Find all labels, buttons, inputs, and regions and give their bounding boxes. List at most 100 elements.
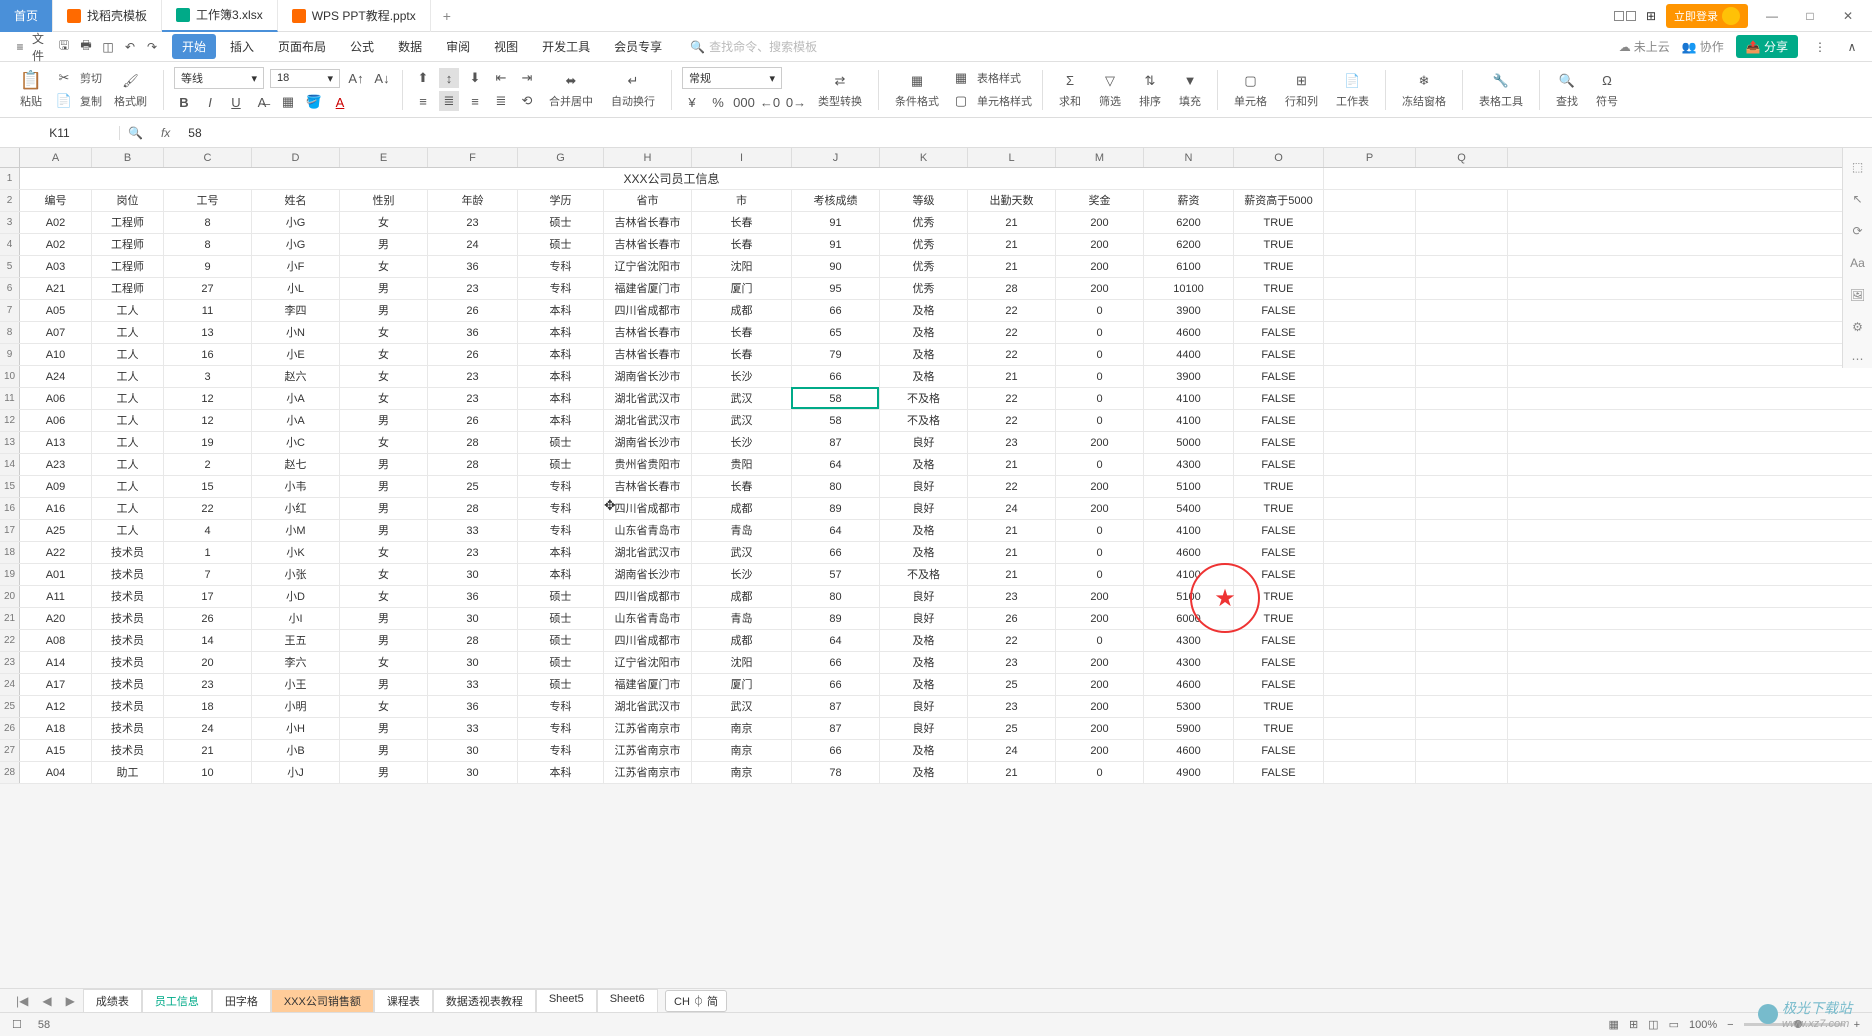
- cell[interactable]: 男: [340, 608, 428, 629]
- cell[interactable]: FALSE: [1234, 542, 1324, 563]
- row-header[interactable]: 21: [0, 608, 20, 629]
- cell[interactable]: TRUE: [1234, 718, 1324, 739]
- cell[interactable]: 武汉: [692, 410, 792, 431]
- cell[interactable]: [1416, 278, 1508, 299]
- cell[interactable]: 小王: [252, 674, 340, 695]
- cell[interactable]: 78: [792, 762, 880, 783]
- cell[interactable]: 30: [428, 564, 518, 585]
- cell[interactable]: 沈阳: [692, 256, 792, 277]
- view-page-icon[interactable]: ⊞: [1629, 1018, 1638, 1031]
- cell[interactable]: 助工: [92, 762, 164, 783]
- cell[interactable]: 硕士: [518, 234, 604, 255]
- cell[interactable]: 良好: [880, 696, 968, 717]
- table-style-icon[interactable]: ▦: [951, 68, 971, 88]
- font-color-icon[interactable]: A: [330, 92, 350, 112]
- cell[interactable]: 22: [968, 630, 1056, 651]
- cell[interactable]: 男: [340, 718, 428, 739]
- cell[interactable]: 91: [792, 212, 880, 233]
- cell[interactable]: [1416, 762, 1508, 783]
- row-header[interactable]: 7: [0, 300, 20, 321]
- cell[interactable]: 优秀: [880, 278, 968, 299]
- row-header[interactable]: 27: [0, 740, 20, 761]
- cell[interactable]: 湖北省武汉市: [604, 696, 692, 717]
- cell[interactable]: 4600: [1144, 740, 1234, 761]
- cell[interactable]: 26: [428, 300, 518, 321]
- cell[interactable]: 长沙: [692, 432, 792, 453]
- doc-tab-2[interactable]: WPS PPT教程.pptx: [278, 0, 431, 32]
- cell[interactable]: 专科: [518, 498, 604, 519]
- cell[interactable]: FALSE: [1234, 432, 1324, 453]
- cell[interactable]: 良好: [880, 476, 968, 497]
- cell[interactable]: 6200: [1144, 212, 1234, 233]
- cell[interactable]: 工人: [92, 498, 164, 519]
- cell[interactable]: 及格: [880, 300, 968, 321]
- cell[interactable]: 87: [792, 696, 880, 717]
- cell[interactable]: A23: [20, 454, 92, 475]
- indent-right-icon[interactable]: ⇥: [517, 68, 537, 88]
- cell[interactable]: 12: [164, 410, 252, 431]
- cell[interactable]: [1324, 454, 1416, 475]
- cell[interactable]: [1416, 498, 1508, 519]
- cell[interactable]: 武汉: [692, 542, 792, 563]
- align-top-icon[interactable]: ⬆: [413, 68, 433, 88]
- cell[interactable]: 工人: [92, 300, 164, 321]
- font-name-select[interactable]: 等线▾: [174, 67, 264, 89]
- cell[interactable]: 小C: [252, 432, 340, 453]
- cell[interactable]: 贵阳: [692, 454, 792, 475]
- cell[interactable]: [1324, 564, 1416, 585]
- cell[interactable]: 湖南省长沙市: [604, 432, 692, 453]
- cell[interactable]: A03: [20, 256, 92, 277]
- cell[interactable]: [1324, 476, 1416, 497]
- cell[interactable]: 小G: [252, 234, 340, 255]
- cell[interactable]: 10100: [1144, 278, 1234, 299]
- cell[interactable]: 工程师: [92, 212, 164, 233]
- col-header[interactable]: F: [428, 148, 518, 167]
- cell[interactable]: [1416, 740, 1508, 761]
- cell[interactable]: 长春: [692, 476, 792, 497]
- cell[interactable]: 省市: [604, 190, 692, 211]
- col-header[interactable]: A: [20, 148, 92, 167]
- cell[interactable]: 64: [792, 520, 880, 541]
- inc-decimal-icon[interactable]: ←0: [760, 92, 780, 112]
- cell[interactable]: 3: [164, 366, 252, 387]
- number-format-select[interactable]: 常规▾: [682, 67, 782, 89]
- cell[interactable]: 福建省厦门市: [604, 674, 692, 695]
- cell[interactable]: 1: [164, 542, 252, 563]
- cell[interactable]: 200: [1056, 718, 1144, 739]
- cell[interactable]: 5000: [1144, 432, 1234, 453]
- cell[interactable]: [1324, 388, 1416, 409]
- cell[interactable]: 200: [1056, 476, 1144, 497]
- cell[interactable]: 男: [340, 300, 428, 321]
- cell[interactable]: 成都: [692, 630, 792, 651]
- cell[interactable]: 吉林省长春市: [604, 344, 692, 365]
- cell[interactable]: [1324, 520, 1416, 541]
- cell[interactable]: 91: [792, 234, 880, 255]
- fill-color-icon[interactable]: 🪣: [304, 92, 324, 112]
- col-header[interactable]: D: [252, 148, 340, 167]
- cell[interactable]: 南京: [692, 718, 792, 739]
- menu-tab-1[interactable]: 插入: [220, 34, 264, 59]
- cell[interactable]: [1416, 322, 1508, 343]
- justify-icon[interactable]: ≣: [491, 91, 511, 111]
- sheet-tab[interactable]: 成绩表: [83, 989, 142, 1012]
- col-header[interactable]: L: [968, 148, 1056, 167]
- sheet-tab[interactable]: 课程表: [374, 989, 433, 1012]
- cell[interactable]: 0: [1056, 388, 1144, 409]
- cell[interactable]: [1324, 278, 1416, 299]
- cell[interactable]: 沈阳: [692, 652, 792, 673]
- cell[interactable]: [1324, 542, 1416, 563]
- cell[interactable]: A12: [20, 696, 92, 717]
- cell[interactable]: 厦门: [692, 278, 792, 299]
- cell[interactable]: 4300: [1144, 454, 1234, 475]
- cell[interactable]: 4300: [1144, 630, 1234, 651]
- cell[interactable]: 工人: [92, 454, 164, 475]
- cell[interactable]: 工人: [92, 410, 164, 431]
- side-share-icon[interactable]: ⟳: [1849, 222, 1867, 240]
- cell[interactable]: 200: [1056, 696, 1144, 717]
- cell[interactable]: [1416, 630, 1508, 651]
- cell[interactable]: 4: [164, 520, 252, 541]
- cell[interactable]: 及格: [880, 674, 968, 695]
- cell[interactable]: 山东省青岛市: [604, 608, 692, 629]
- row-header[interactable]: 10: [0, 366, 20, 387]
- cell[interactable]: 26: [428, 410, 518, 431]
